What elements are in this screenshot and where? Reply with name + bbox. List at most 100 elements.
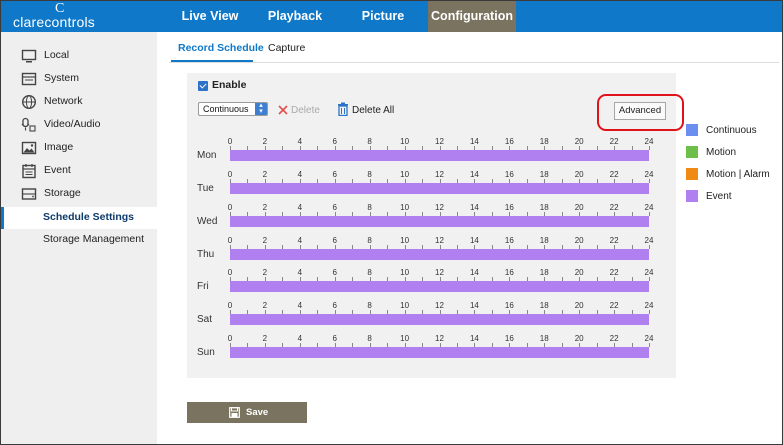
sidebar-item-label: Video/Audio [44,118,101,130]
hour-tick-label: 8 [367,170,372,179]
hour-tick-label: 20 [574,268,584,277]
legend-label-motion-alarm: Motion | Alarm [706,169,770,180]
delete-button[interactable]: Delete [291,105,320,116]
system-icon [21,72,37,86]
hour-tick [649,179,650,183]
delete-x-icon[interactable] [278,105,288,115]
mic-video-icon [21,117,36,132]
hour-tick-label: 10 [400,268,410,277]
enable-label: Enable [212,79,247,91]
hour-tick-label: 18 [539,137,549,146]
hour-tick-label: 6 [332,236,337,245]
legend-swatch-event [686,190,698,202]
hour-tick-label: 16 [504,203,514,212]
schedule-bar[interactable] [230,347,649,358]
hour-tick-label: 8 [367,236,372,245]
tab-live-view[interactable]: Live View [173,1,247,32]
day-label: Thu [197,249,215,260]
top-nav-bar: C clarecontrols Live View Playback Pictu… [1,1,782,32]
day-label: Wed [197,216,218,227]
hour-tick-label: 24 [644,203,654,212]
sidebar-item-label: Image [44,141,74,153]
schedule-bar[interactable] [230,183,649,194]
hour-tick-label: 16 [504,137,514,146]
hour-tick-label: 0 [227,268,233,277]
hour-tick-label: 2 [262,301,268,310]
sidebar-item-schedule-settings[interactable]: Schedule Settings [1,207,157,229]
hour-tick-label: 6 [332,301,337,310]
hour-tick-label: 6 [332,137,337,146]
hour-tick-label: 24 [644,170,654,179]
schedule-bar[interactable] [230,216,649,227]
hour-tick-label: 24 [644,137,654,146]
sidebar-item-label: Network [44,95,83,107]
highlight-annotation-circle [597,94,684,131]
sidebar-item-local[interactable]: Local [1,45,157,67]
hour-tick-label: 4 [297,268,303,277]
hour-tick-label: 24 [644,236,654,245]
hour-tick-label: 0 [227,334,233,343]
hour-tick-label: 8 [367,203,372,212]
sidebar-item-image[interactable]: Image [1,137,157,159]
record-type-select[interactable]: Continuous ▴ ▾ [198,102,268,116]
sidebar-item-storage-management[interactable]: Storage Management [1,229,157,251]
hour-tick-label: 0 [227,236,233,245]
hour-tick-label: 2 [262,170,268,179]
tab-configuration[interactable]: Configuration [428,1,516,32]
tab-playback[interactable]: Playback [259,1,331,32]
sidebar-item-video-audio[interactable]: Video/Audio [1,114,157,136]
tab-record-schedule[interactable]: Record Schedule [178,42,264,54]
trash-icon[interactable] [337,102,349,116]
storage-icon [21,188,37,200]
hour-tick-label: 16 [504,170,514,179]
hour-tick-label: 12 [435,236,444,245]
hour-tick-label: 22 [609,203,619,212]
delete-all-button[interactable]: Delete All [352,105,394,116]
hour-tick-label: 10 [400,334,410,343]
hour-tick-label: 4 [297,236,303,245]
day-label: Sun [197,347,215,358]
hour-tick [649,310,650,314]
hour-tick-label: 20 [574,334,584,343]
tab-picture[interactable]: Picture [349,1,417,32]
hour-tick-label: 18 [539,268,549,277]
schedule-bar[interactable] [230,314,649,325]
sidebar-item-storage[interactable]: Storage [1,183,157,205]
day-label: Fri [197,281,209,292]
schedule-bar[interactable] [230,281,649,292]
hour-tick-label: 2 [262,236,268,245]
monitor-icon [21,49,37,63]
schedule-bar[interactable] [230,249,649,260]
hour-tick-label: 14 [469,203,479,212]
schedule-bar[interactable] [230,150,649,161]
save-button[interactable]: Save [187,402,307,423]
hour-tick-label: 18 [539,334,549,343]
hour-tick-label: 16 [504,268,514,277]
sidebar-item-system[interactable]: System [1,68,157,90]
hour-tick-label: 10 [400,236,410,245]
hour-tick-label: 16 [504,334,514,343]
hour-tick-label: 2 [262,334,268,343]
hour-tick-label: 18 [539,170,549,179]
globe-icon [21,94,37,110]
hour-tick-label: 22 [609,170,619,179]
sidebar-item-label: Storage [44,187,81,199]
hour-tick-label: 20 [574,170,584,179]
hour-tick-label: 20 [574,203,584,212]
tab-capture[interactable]: Capture [268,42,305,54]
hour-tick [649,245,650,249]
hour-tick-label: 12 [435,137,444,146]
subtab-divider [169,62,779,63]
sidebar-item-label: System [44,72,80,84]
enable-checkbox[interactable] [198,81,208,91]
hour-tick [649,277,650,281]
clarecontrols-logo: C clarecontrols [13,2,123,32]
sidebar-item-network[interactable]: Network [1,91,157,113]
image-icon [21,141,37,155]
active-subtab-underline [171,60,253,62]
hour-tick-label: 10 [400,137,410,146]
sidebar-item-event[interactable]: Event [1,160,157,182]
hour-tick-label: 0 [227,301,233,310]
sidebar-item-label: Schedule Settings [43,211,135,223]
hour-tick-label: 8 [367,268,372,277]
